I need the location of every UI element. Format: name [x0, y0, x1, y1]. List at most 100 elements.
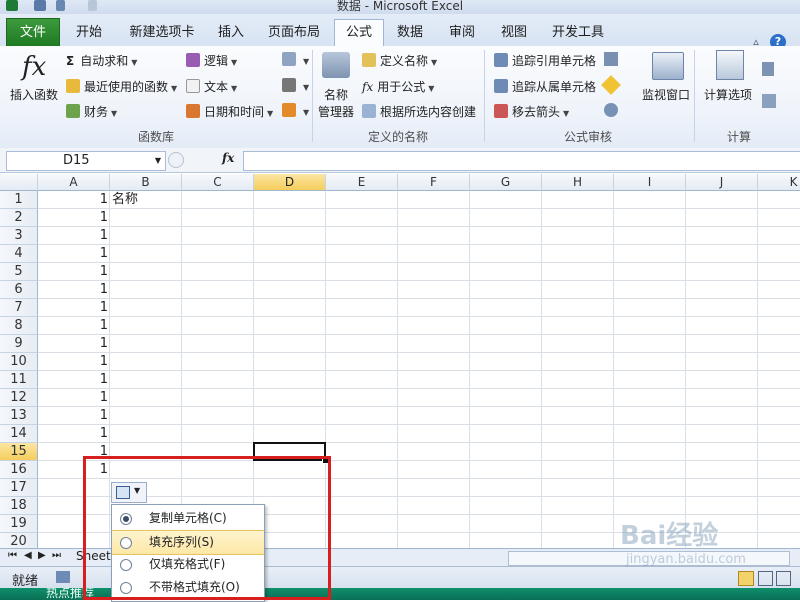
insert-function-fx-button[interactable]: fx	[222, 151, 234, 165]
column-header-E[interactable]: E	[326, 174, 398, 191]
row-header-5[interactable]: 5	[0, 263, 38, 281]
column-header-G[interactable]: G	[470, 174, 542, 191]
cell-A1[interactable]: 1	[38, 191, 108, 209]
show-formulas-icon[interactable]	[604, 52, 618, 66]
row-header-11[interactable]: 11	[0, 371, 38, 389]
tab-formulas[interactable]: 公式	[334, 19, 384, 47]
recent-functions-button[interactable]: 最近使用的函数 ▼	[66, 78, 177, 95]
tab-data[interactable]: 数据	[388, 23, 432, 45]
evaluate-formula-icon[interactable]	[604, 103, 618, 117]
insert-function-button[interactable]: 插入函数	[10, 86, 58, 103]
grid-icon	[362, 104, 376, 118]
calc-options-icon[interactable]	[716, 50, 744, 80]
name-manager-label-2[interactable]: 管理器	[318, 103, 354, 120]
watch-window-button[interactable]: 监视窗口	[642, 86, 690, 103]
row-header-2[interactable]: 2	[0, 209, 38, 227]
column-header-H[interactable]: H	[542, 174, 614, 191]
row-header-18[interactable]: 18	[0, 497, 38, 515]
formula-bar-resize-icon[interactable]	[168, 152, 184, 168]
prev-sheet-icon[interactable]: ◀	[24, 550, 32, 561]
cell-A8[interactable]: 1	[38, 317, 108, 335]
row-header-17[interactable]: 17	[0, 479, 38, 497]
trace-precedents-button[interactable]: 追踪引用单元格	[494, 52, 596, 69]
row-header-15[interactable]: 15	[0, 443, 38, 461]
row-header-9[interactable]: 9	[0, 335, 38, 353]
first-sheet-icon[interactable]: ⏮	[8, 550, 17, 561]
column-header-D[interactable]: D	[254, 174, 326, 191]
cell-A4[interactable]: 1	[38, 245, 108, 263]
tab-developer[interactable]: 开发工具	[544, 23, 612, 45]
row-header-14[interactable]: 14	[0, 425, 38, 443]
trace-precedents-label: 追踪引用单元格	[512, 54, 597, 68]
chevron-down-icon: ▼	[111, 109, 118, 118]
text-button[interactable]: 文本 ▼	[186, 78, 237, 95]
math-button[interactable]: ▼	[282, 78, 309, 93]
tab-review[interactable]: 审阅	[440, 23, 484, 45]
more-functions-button[interactable]: ▼	[282, 103, 309, 118]
calc-sheet-icon[interactable]	[762, 94, 776, 108]
autosum-button[interactable]: Σ 自动求和 ▼	[66, 52, 137, 69]
name-box[interactable]: D15 ▼	[6, 151, 166, 171]
row-header-19[interactable]: 19	[0, 515, 38, 533]
column-header-K[interactable]: K	[758, 174, 800, 191]
cell-A2[interactable]: 1	[38, 209, 108, 227]
cell-A9[interactable]: 1	[38, 335, 108, 353]
macro-record-icon[interactable]	[56, 571, 70, 583]
tab-file[interactable]: 文件	[6, 18, 60, 46]
select-all-corner[interactable]	[0, 174, 38, 191]
row-header-20[interactable]: 20	[0, 533, 38, 548]
cell-A5[interactable]: 1	[38, 263, 108, 281]
last-sheet-icon[interactable]: ⏭	[52, 550, 61, 561]
tab-view[interactable]: 视图	[492, 23, 536, 45]
cell-A12[interactable]: 1	[38, 389, 108, 407]
row-header-3[interactable]: 3	[0, 227, 38, 245]
finance-button[interactable]: 财务 ▼	[66, 103, 117, 120]
calc-now-icon[interactable]	[762, 62, 774, 76]
cell-A3[interactable]: 1	[38, 227, 108, 245]
cell-B1[interactable]: 名称	[112, 191, 138, 209]
chevron-down-icon[interactable]: ▼	[155, 152, 161, 170]
row-header-8[interactable]: 8	[0, 317, 38, 335]
row-header-13[interactable]: 13	[0, 407, 38, 425]
row-header-1[interactable]: 1	[0, 191, 38, 209]
row-header-7[interactable]: 7	[0, 299, 38, 317]
cell-A10[interactable]: 1	[38, 353, 108, 371]
datetime-button[interactable]: 日期和时间 ▼	[186, 103, 273, 120]
insert-function-icon[interactable]: fx	[22, 52, 46, 82]
tab-page-layout[interactable]: 页面布局	[262, 23, 326, 45]
trace-dependents-button[interactable]: 追踪从属单元格	[494, 78, 596, 95]
lookup-button[interactable]: ▼	[282, 52, 309, 67]
tab-home[interactable]: 开始	[66, 23, 112, 45]
calc-options-button[interactable]: 计算选项	[704, 86, 752, 103]
remove-arrows-icon	[494, 104, 508, 118]
row-header-4[interactable]: 4	[0, 245, 38, 263]
column-header-I[interactable]: I	[614, 174, 686, 191]
cell-A7[interactable]: 1	[38, 299, 108, 317]
column-header-F[interactable]: F	[398, 174, 470, 191]
remove-arrows-button[interactable]: 移去箭头 ▼	[494, 103, 569, 120]
error-check-icon[interactable]	[601, 75, 621, 95]
tab-new[interactable]: 新建选项卡	[122, 23, 202, 45]
column-header-C[interactable]: C	[182, 174, 254, 191]
create-from-selection-button[interactable]: 根据所选内容创建	[362, 103, 476, 120]
row-header-10[interactable]: 10	[0, 353, 38, 371]
row-header-16[interactable]: 16	[0, 461, 38, 479]
cell-A6[interactable]: 1	[38, 281, 108, 299]
tab-insert[interactable]: 插入	[208, 23, 254, 45]
column-header-J[interactable]: J	[686, 174, 758, 191]
watch-window-icon[interactable]	[652, 52, 684, 80]
column-header-A[interactable]: A	[38, 174, 110, 191]
name-manager-label-1[interactable]: 名称	[324, 86, 348, 103]
row-header-12[interactable]: 12	[0, 389, 38, 407]
row-header-6[interactable]: 6	[0, 281, 38, 299]
cell-A13[interactable]: 1	[38, 407, 108, 425]
define-name-button[interactable]: 定义名称 ▼	[362, 52, 437, 69]
cell-A14[interactable]: 1	[38, 425, 108, 443]
cell-A11[interactable]: 1	[38, 371, 108, 389]
next-sheet-icon[interactable]: ▶	[38, 550, 46, 561]
use-in-formula-button[interactable]: fx 用于公式 ▼	[362, 78, 434, 95]
name-manager-icon[interactable]	[322, 52, 350, 78]
formula-input[interactable]	[243, 151, 800, 171]
column-header-B[interactable]: B	[110, 174, 182, 191]
logic-button[interactable]: 逻辑 ▼	[186, 52, 237, 69]
